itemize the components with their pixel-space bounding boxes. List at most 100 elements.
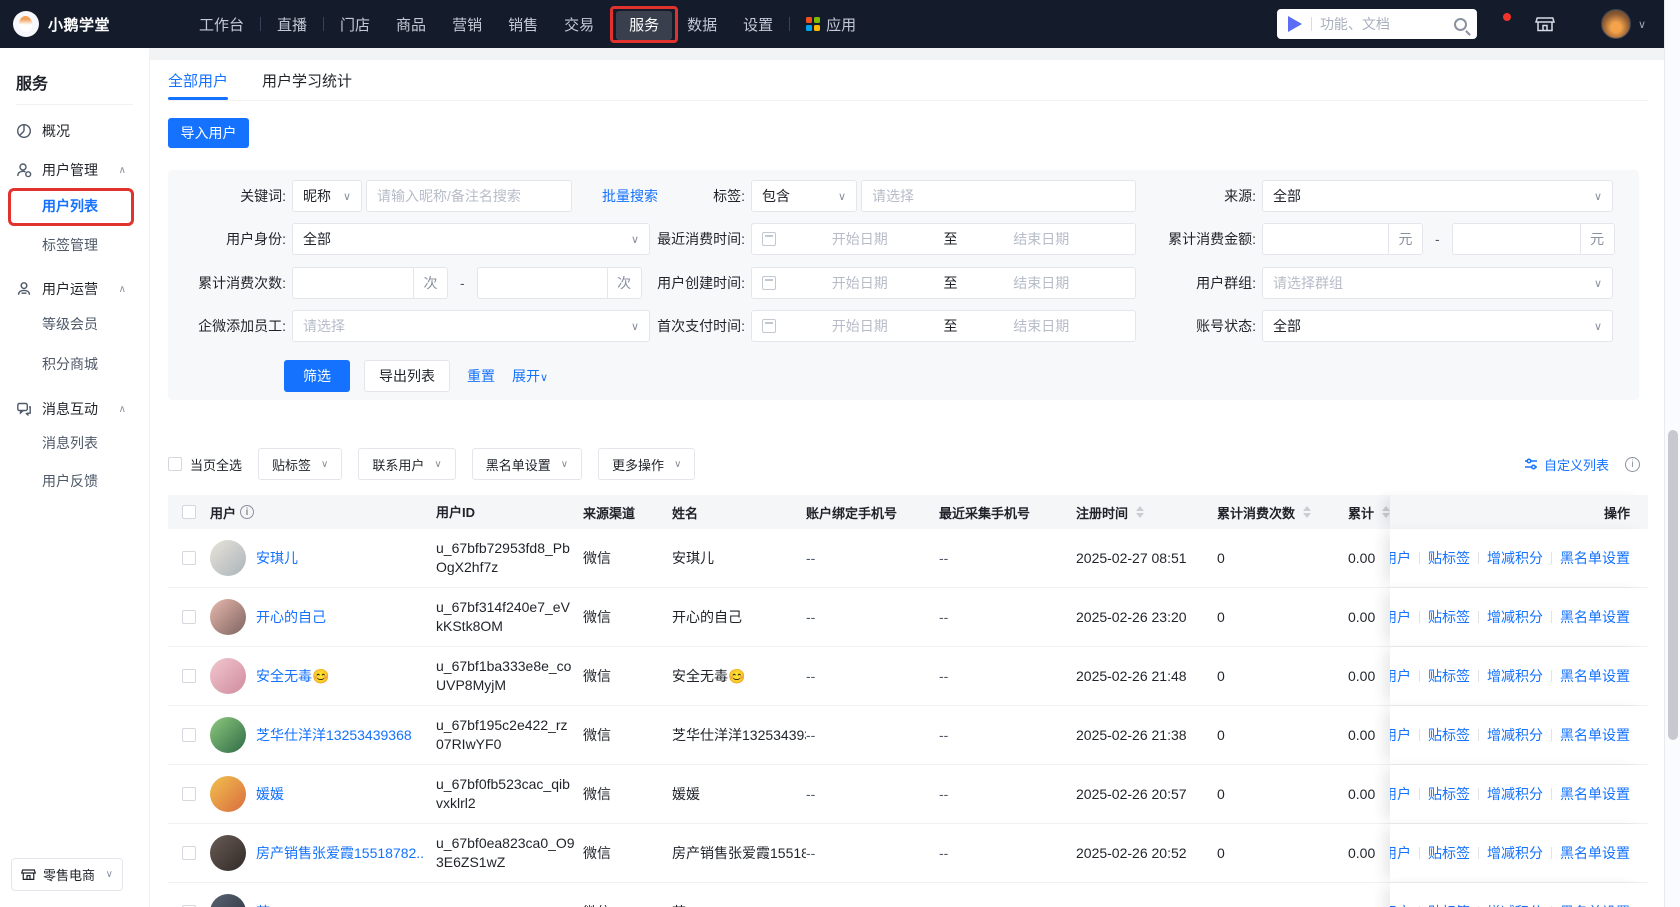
sidebar-group-user-ops[interactable]: 用户运营 ∧	[0, 271, 150, 307]
nav-item-workbench[interactable]: 工作台	[186, 8, 257, 41]
count-min-input[interactable]: 次	[292, 267, 448, 299]
adjust-points-link[interactable]: 增减积分	[1487, 666, 1543, 686]
contact-user-link[interactable]: 联系用户	[1390, 548, 1411, 568]
wecom-staff-select[interactable]: 请选择 ∨	[292, 310, 650, 342]
tab-all-users[interactable]: 全部用户	[168, 60, 228, 100]
contact-user-link[interactable]: 联系用户	[1390, 725, 1411, 745]
adjust-points-link[interactable]: 增减积分	[1487, 784, 1543, 804]
amount-max-input[interactable]: 元	[1452, 223, 1615, 255]
tag-select[interactable]: 请选择	[861, 180, 1136, 212]
vertical-scrollbar[interactable]	[1664, 0, 1680, 907]
nav-item-apps[interactable]: 应用	[793, 8, 869, 41]
sort-icon[interactable]	[1303, 506, 1311, 518]
tag-link[interactable]: 贴标签	[1428, 784, 1470, 804]
user-group-select[interactable]: 请选择群组 ∨	[1262, 267, 1613, 299]
sidebar-item-points-mall[interactable]: 积分商城	[0, 346, 150, 382]
tag-link[interactable]: 贴标签	[1428, 607, 1470, 627]
create-time-date-range[interactable]: 开始日期 至 结束日期	[751, 267, 1136, 299]
export-list-button[interactable]: 导出列表	[364, 360, 450, 392]
contact-user-link[interactable]: 联系用户	[1390, 902, 1411, 907]
nav-item-data[interactable]: 数据	[674, 8, 730, 41]
nav-item-service[interactable]: 服务	[616, 11, 672, 40]
contact-user-link[interactable]: 联系用户	[1390, 666, 1411, 686]
adjust-points-link[interactable]: 增减积分	[1487, 725, 1543, 745]
tab-learning-stats[interactable]: 用户学习统计	[262, 60, 352, 100]
brand-logo[interactable]: 小鹅学堂	[0, 11, 186, 37]
user-name-link[interactable]: 安全无毒😊	[256, 666, 329, 686]
info-icon[interactable]: i	[240, 505, 254, 519]
reset-link[interactable]: 重置	[467, 366, 495, 386]
blacklist-link[interactable]: 黑名单设置	[1560, 666, 1630, 686]
tag-link[interactable]: 贴标签	[1428, 843, 1470, 863]
nav-item-settings[interactable]: 设置	[730, 8, 786, 41]
scrollbar-thumb[interactable]	[1668, 430, 1678, 740]
sidebar-item-level-member[interactable]: 等级会员	[0, 306, 150, 342]
blacklist-dropdown-button[interactable]: 黑名单设置 ∨	[472, 448, 582, 480]
sidebar-item-user-feedback[interactable]: 用户反馈	[0, 463, 150, 499]
sidebar-item-message-list[interactable]: 消息列表	[0, 425, 150, 461]
header-checkbox[interactable]	[182, 505, 196, 519]
amount-min-input[interactable]: 元	[1262, 223, 1423, 255]
global-search[interactable]: 功能、文档	[1277, 9, 1477, 39]
nav-item-goods[interactable]: 商品	[383, 8, 439, 41]
user-name-link[interactable]: 房产销售张爱霞15518782...	[256, 843, 424, 863]
user-name-link[interactable]: 苗124148	[256, 902, 317, 907]
blacklist-link[interactable]: 黑名单设置	[1560, 902, 1630, 907]
sidebar-item-tag-mgmt[interactable]: 标签管理	[0, 227, 150, 263]
blacklist-link[interactable]: 黑名单设置	[1560, 784, 1630, 804]
row-checkbox[interactable]	[182, 787, 196, 801]
nav-item-marketing[interactable]: 营销	[439, 8, 495, 41]
sort-icon[interactable]	[1136, 506, 1144, 518]
sidebar-item-overview[interactable]: 概况	[0, 113, 150, 149]
shop-icon[interactable]	[1535, 14, 1555, 34]
contact-user-link[interactable]: 联系用户	[1390, 784, 1411, 804]
sort-icon[interactable]	[1382, 506, 1390, 518]
user-name-link[interactable]: 媛媛	[256, 784, 284, 804]
nav-item-live[interactable]: 直播	[264, 8, 320, 41]
import-users-button[interactable]: 导入用户	[168, 118, 249, 148]
row-checkbox[interactable]	[182, 669, 196, 683]
adjust-points-link[interactable]: 增减积分	[1487, 607, 1543, 627]
keyword-input[interactable]: 请输入昵称/备注名搜索	[366, 180, 572, 212]
adjust-points-link[interactable]: 增减积分	[1487, 902, 1543, 907]
tag-link[interactable]: 贴标签	[1428, 548, 1470, 568]
nav-item-trade[interactable]: 交易	[551, 8, 607, 41]
blacklist-link[interactable]: 黑名单设置	[1560, 548, 1630, 568]
nav-item-store[interactable]: 门店	[327, 8, 383, 41]
adjust-points-link[interactable]: 增减积分	[1487, 843, 1543, 863]
user-avatar[interactable]	[1601, 9, 1631, 39]
more-actions-dropdown-button[interactable]: 更多操作 ∨	[598, 448, 695, 480]
first-pay-date-range[interactable]: 开始日期 至 结束日期	[751, 310, 1136, 342]
tag-link[interactable]: 贴标签	[1428, 725, 1470, 745]
blacklist-link[interactable]: 黑名单设置	[1560, 843, 1630, 863]
user-name-link[interactable]: 芝华仕洋洋13253439368	[256, 725, 412, 745]
customize-columns-button[interactable]: 自定义列表	[1524, 455, 1609, 474]
filter-button[interactable]: 筛选	[284, 360, 350, 392]
user-name-link[interactable]: 开心的自己	[256, 607, 326, 627]
info-icon[interactable]: i	[1625, 457, 1640, 472]
blacklist-link[interactable]: 黑名单设置	[1560, 607, 1630, 627]
search-icon[interactable]	[1454, 18, 1467, 31]
tag-op-select[interactable]: 包含 ∨	[751, 180, 857, 212]
adjust-points-link[interactable]: 增减积分	[1487, 548, 1543, 568]
expand-link[interactable]: 展开∨	[512, 366, 548, 386]
row-checkbox[interactable]	[182, 846, 196, 860]
tag-dropdown-button[interactable]: 贴标签 ∨	[258, 448, 342, 480]
source-select[interactable]: 全部 ∨	[1262, 180, 1613, 212]
nav-item-sales[interactable]: 销售	[495, 8, 551, 41]
tag-link[interactable]: 贴标签	[1428, 902, 1470, 907]
blacklist-link[interactable]: 黑名单设置	[1560, 725, 1630, 745]
identity-select[interactable]: 全部 ∨	[292, 223, 650, 255]
select-all-checkbox[interactable]	[168, 457, 182, 471]
sidebar-group-message[interactable]: 消息互动 ∧	[0, 391, 150, 427]
select-all-current-page[interactable]: 当页全选	[168, 455, 242, 474]
sidebar-group-user-mgmt[interactable]: 用户管理 ∧	[0, 152, 150, 188]
avatar-chevron-down-icon[interactable]: ∨	[1638, 18, 1646, 31]
row-checkbox[interactable]	[182, 551, 196, 565]
contact-user-link[interactable]: 联系用户	[1390, 607, 1411, 627]
store-switcher[interactable]: 零售电商 ∨	[11, 858, 123, 891]
row-checkbox[interactable]	[182, 728, 196, 742]
tag-link[interactable]: 贴标签	[1428, 666, 1470, 686]
keyword-field-select[interactable]: 昵称 ∨	[292, 180, 362, 212]
row-checkbox[interactable]	[182, 610, 196, 624]
